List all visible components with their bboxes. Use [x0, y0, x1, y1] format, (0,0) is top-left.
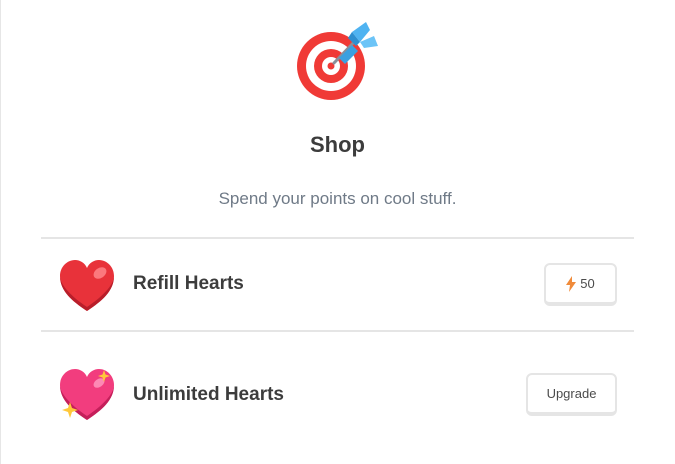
buy-refill-hearts-button[interactable]: 50	[544, 263, 617, 306]
red-heart-icon	[60, 260, 114, 311]
item-label-refill-hearts: Refill Hearts	[133, 273, 244, 294]
sparkling-heart-icon	[60, 369, 114, 420]
shop-item-unlimited-hearts: Unlimited Hearts Upgrade	[41, 332, 634, 452]
upgrade-button[interactable]: Upgrade	[526, 373, 617, 416]
price-label: 50	[580, 276, 595, 291]
page-subtitle: Spend your points on cool stuff.	[218, 189, 457, 208]
lightning-bolt-icon	[566, 275, 577, 292]
item-label-unlimited-hearts: Unlimited Hearts	[133, 384, 284, 405]
shop-item-refill-hearts: Refill Hearts 50	[41, 239, 634, 330]
target-dart-icon	[297, 22, 378, 100]
left-border	[0, 0, 1, 464]
page-title: Shop	[310, 132, 365, 157]
upgrade-label: Upgrade	[546, 386, 597, 401]
